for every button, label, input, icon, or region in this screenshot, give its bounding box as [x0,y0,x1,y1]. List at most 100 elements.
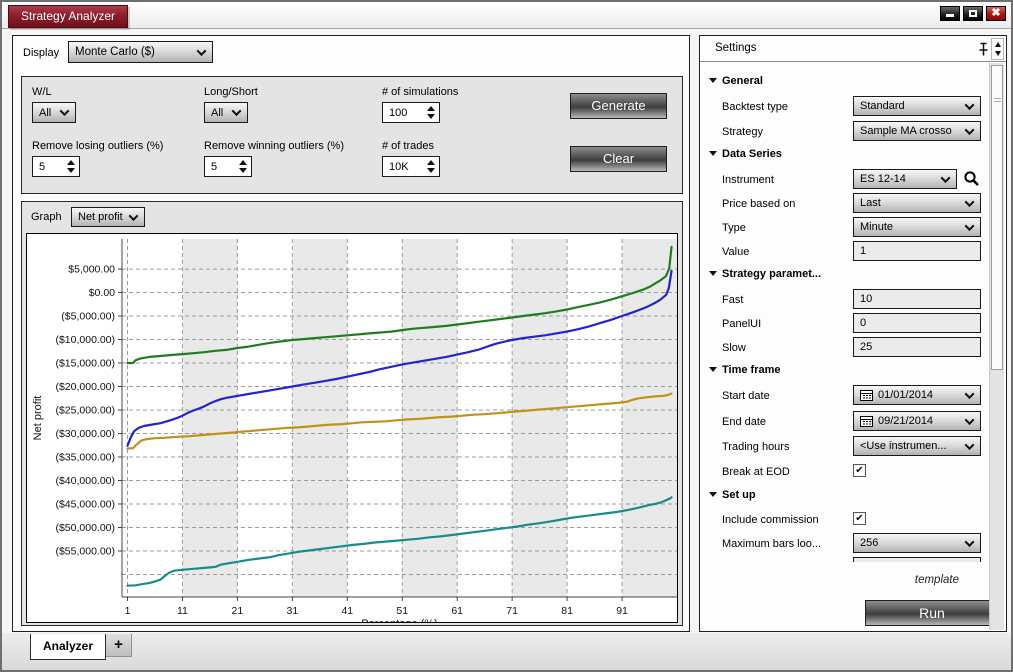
svg-text:11: 11 [177,605,188,617]
svg-text:Percentage (%): Percentage (%) [361,618,437,622]
losing-outliers-stepper[interactable]: 5 [32,156,80,177]
template-link[interactable]: template [915,574,959,586]
montecarlo-controls: W/L All Long/Short All # of simulations … [21,76,683,194]
collapse-icon[interactable] [709,367,717,372]
analyzer-panel: Display Monte Carlo ($) W/L All Long/Sho… [12,35,690,632]
section-strategy-params[interactable]: Strategy paramet... [722,268,821,280]
trades-stepper[interactable]: 10K [382,156,440,177]
winning-outliers-value: 5 [211,161,217,173]
start-date-value: 01/01/2014 [878,389,933,401]
max-bars-value: 256 [860,537,878,549]
section-time-frame[interactable]: Time frame [722,364,781,376]
display-dropdown[interactable]: Monte Carlo ($) [68,41,213,63]
include-commission-checkbox[interactable]: ✔ [853,512,866,525]
collapse-icon[interactable] [709,271,717,276]
run-button[interactable]: Run [865,600,999,626]
scroll-down-icon[interactable] [995,51,1001,56]
max-bars-dropdown[interactable]: 256 [853,533,981,553]
window-title-tab[interactable]: Strategy Analyzer [8,5,128,28]
svg-text:($25,000.00): ($25,000.00) [55,405,115,417]
spinner-down-icon[interactable] [427,114,435,119]
spinner-down-icon[interactable] [67,168,75,173]
simulations-stepper[interactable]: 100 [382,102,440,123]
graph-group: Graph Net profit $5,000.00$0.00($5,000.0… [21,201,683,626]
spinner-up-icon[interactable] [427,160,435,165]
collapse-icon[interactable] [709,151,717,156]
chevron-down-icon [965,440,975,450]
scrollbar-thumb[interactable] [991,65,1003,370]
losing-outliers-label: Remove losing outliers (%) [32,140,163,152]
tabbar: Analyzer + [2,633,1011,671]
chart-area: $5,000.00$0.00($5,000.00)($10,000.00)($1… [26,233,678,623]
chevron-down-icon [965,389,975,399]
fast-field[interactable]: 10 [853,289,981,309]
svg-text:($35,000.00): ($35,000.00) [55,451,115,463]
instrument-dropdown[interactable]: ES 12-14 [853,169,957,189]
panelui-field[interactable]: 0 [853,313,981,333]
backtest-type-value: Standard [860,100,905,112]
collapse-icon[interactable] [709,492,717,497]
trading-hours-dropdown[interactable]: <Use instrumen... [853,436,981,456]
slow-field-text: 25 [860,341,872,353]
end-date-picker[interactable]: 09/21/2014 [853,411,981,431]
end-date-label: End date [722,416,766,428]
svg-text:($15,000.00): ($15,000.00) [55,358,115,370]
add-tab-button[interactable]: + [106,634,132,657]
scroll-up-icon[interactable] [995,42,1001,47]
strategy-analyzer-window: Strategy Analyzer ✖ Display Monte Carlo … [0,0,1013,672]
longshort-dropdown[interactable]: All [204,102,248,123]
simulations-label: # of simulations [382,86,458,98]
chevron-down-icon [965,221,975,231]
backtest-type-dropdown[interactable]: Standard [853,96,981,116]
start-date-picker[interactable]: 01/01/2014 [853,385,981,405]
trades-label: # of trades [382,140,434,152]
partial-control [853,557,981,562]
break-eod-checkbox[interactable]: ✔ [853,464,866,477]
slow-field[interactable]: 25 [853,337,981,357]
wl-dropdown[interactable]: All [32,102,76,123]
end-date-value: 09/21/2014 [878,415,933,427]
price-based-dropdown[interactable]: Last [853,193,981,213]
close-button[interactable]: ✖ [986,6,1006,21]
display-label: Display [23,47,59,59]
maximize-icon [969,10,977,17]
spinner-up-icon[interactable] [67,160,75,165]
start-date-label: Start date [722,390,770,402]
pin-icon[interactable] [977,42,990,57]
chevron-down-icon [965,125,975,135]
chevron-down-icon [965,415,975,425]
graph-value: Net profit [78,211,123,223]
titlebar: Strategy Analyzer ✖ [2,2,1011,29]
simulations-value: 100 [389,107,407,119]
svg-text:61: 61 [451,605,463,617]
collapse-icon[interactable] [709,78,717,83]
type-dropdown[interactable]: Minute [853,217,981,237]
spinner-up-icon[interactable] [239,160,247,165]
trading-hours-label: Trading hours [722,441,789,453]
graph-dropdown[interactable]: Net profit [71,207,145,227]
search-icon[interactable] [963,170,981,188]
chevron-down-icon [965,100,975,110]
value-field[interactable]: 1 [853,241,981,261]
minimize-icon [946,14,954,17]
panelui-field-text: 0 [860,317,866,329]
settings-scroll-arrows[interactable] [991,38,1004,60]
spinner-up-icon[interactable] [427,106,435,111]
settings-scrollbar[interactable] [989,63,1004,630]
spinner-down-icon[interactable] [427,168,435,173]
svg-text:51: 51 [396,605,408,617]
tab-analyzer[interactable]: Analyzer [30,634,106,660]
clear-button[interactable]: Clear [570,146,667,172]
minimize-button[interactable] [940,6,960,21]
spinner-down-icon[interactable] [239,168,247,173]
generate-button[interactable]: Generate [570,93,667,119]
svg-text:41: 41 [341,605,353,617]
section-set-up[interactable]: Set up [722,489,756,501]
strategy-dropdown[interactable]: Sample MA crosso [853,121,981,141]
window-title: Strategy Analyzer [21,9,115,23]
strategy-label: Strategy [722,126,763,138]
winning-outliers-stepper[interactable]: 5 [204,156,252,177]
section-data-series[interactable]: Data Series [722,148,782,160]
maximize-button[interactable] [963,6,983,21]
section-general[interactable]: General [722,75,763,87]
